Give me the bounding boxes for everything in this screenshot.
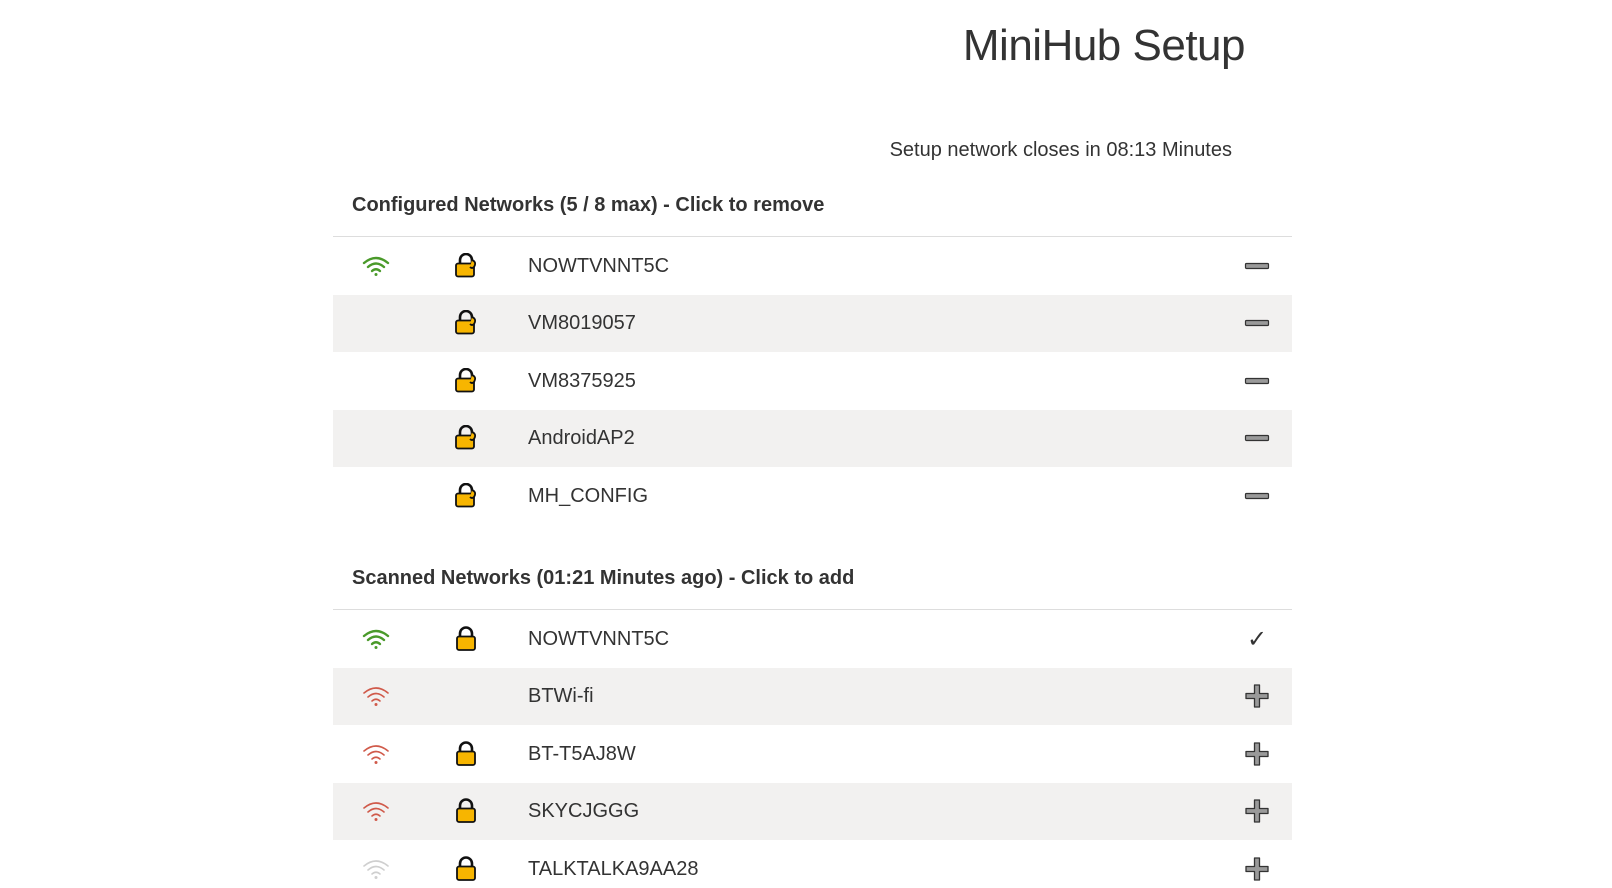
network-ssid: AndroidAP2: [528, 427, 635, 450]
configured-networks-section: Configured Networks (5 / 8 max) - Click …: [333, 190, 1292, 525]
check-icon: ✓: [1246, 624, 1268, 653]
configured-lock-icon: [451, 251, 481, 281]
scanned-networks-list: NOWTVNNT5C ✓ BTWi-fi BT-T5AJ8W SKYCJGGG: [333, 610, 1292, 888]
page-title: MiniHub Setup: [962, 21, 1246, 70]
configured-lock-icon: [451, 423, 481, 453]
minus-icon[interactable]: [1242, 251, 1272, 281]
plus-icon[interactable]: [1242, 681, 1272, 711]
wifi-signal-weak-icon: [359, 740, 393, 768]
setup-page: MiniHub Setup Setup network closes in 08…: [0, 0, 1612, 888]
scanned-network-row[interactable]: SKYCJGGG: [333, 782, 1292, 840]
network-ssid: VM8019057: [528, 312, 636, 335]
plus-icon[interactable]: [1242, 796, 1272, 826]
network-ssid: NOWTVNNT5C: [528, 254, 670, 277]
lock-icon: [451, 624, 481, 654]
network-ssid: BT-T5AJ8W: [528, 742, 636, 765]
configured-lock-icon: [451, 481, 481, 511]
network-ssid: TALKTALKA9AA28: [528, 857, 699, 880]
wifi-signal-strong-icon: [359, 252, 393, 280]
minus-icon[interactable]: [1242, 481, 1272, 511]
configured-network-row[interactable]: AndroidAP2: [333, 409, 1292, 467]
scanned-networks-heading: Scanned Networks (01:21 Minutes ago) - C…: [333, 563, 1292, 610]
lock-icon: [451, 796, 481, 826]
configured-network-row[interactable]: MH_CONFIG: [333, 467, 1292, 525]
lock-icon: [451, 854, 481, 884]
signal-slot-empty: [359, 482, 393, 510]
minus-icon[interactable]: [1242, 366, 1272, 396]
plus-icon[interactable]: [1242, 739, 1272, 769]
scanned-network-row[interactable]: TALKTALKA9AA28: [333, 840, 1292, 888]
signal-slot-empty: [359, 309, 393, 337]
wifi-signal-faint-icon: [359, 855, 393, 883]
scanned-networks-section: Scanned Networks (01:21 Minutes ago) - C…: [333, 563, 1292, 888]
configured-networks-heading: Configured Networks (5 / 8 max) - Click …: [333, 190, 1292, 237]
setup-countdown: Setup network closes in 08:13 Minutes: [889, 139, 1232, 161]
network-ssid: BTWi-fi: [528, 685, 594, 708]
configured-network-row[interactable]: NOWTVNNT5C: [333, 237, 1292, 295]
configured-network-row[interactable]: VM8375925: [333, 352, 1292, 410]
configured-lock-icon: [451, 366, 481, 396]
configured-lock-icon: [451, 308, 481, 338]
plus-icon[interactable]: [1242, 854, 1272, 884]
lock-icon: [451, 739, 481, 769]
wifi-signal-weak-icon: [359, 682, 393, 710]
configured-network-row[interactable]: VM8019057: [333, 294, 1292, 352]
network-ssid: NOWTVNNT5C: [528, 627, 670, 650]
wifi-signal-strong-icon: [359, 625, 393, 653]
scanned-network-row[interactable]: BT-T5AJ8W: [333, 725, 1292, 783]
network-ssid: MH_CONFIG: [528, 484, 648, 507]
signal-slot-empty: [359, 367, 393, 395]
network-ssid: SKYCJGGG: [528, 800, 640, 823]
scanned-network-row[interactable]: BTWi-fi: [333, 667, 1292, 725]
scanned-network-row[interactable]: NOWTVNNT5C ✓: [333, 610, 1292, 668]
minus-icon[interactable]: [1242, 423, 1272, 453]
lock-slot-empty: [451, 681, 481, 711]
minus-icon[interactable]: [1242, 308, 1272, 338]
wifi-signal-weak-icon: [359, 797, 393, 825]
network-ssid: VM8375925: [528, 369, 636, 392]
signal-slot-empty: [359, 424, 393, 452]
configured-networks-list: NOWTVNNT5C VM8019057 VM8375925 AndroidAP…: [333, 237, 1292, 525]
